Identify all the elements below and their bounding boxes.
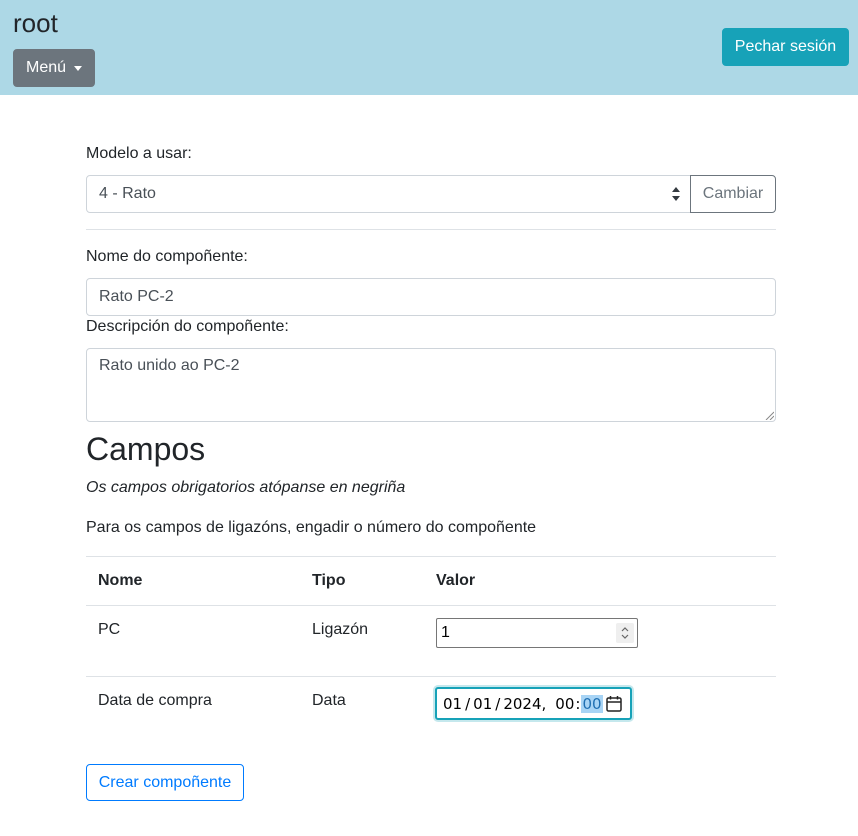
resize-grip-icon[interactable]: [764, 410, 774, 420]
time-minute[interactable]: 00: [581, 694, 603, 713]
pc-link-number-input[interactable]: 1: [436, 618, 638, 648]
change-model-button[interactable]: Cambiar: [690, 175, 776, 213]
column-header-type: Tipo: [312, 572, 346, 589]
component-name-value: Rato PC-2: [99, 288, 174, 305]
navbar: root Menú Pechar sesión: [0, 0, 858, 95]
select-arrows-icon: [672, 187, 680, 201]
row-pc-type: Ligazón: [312, 621, 369, 638]
component-name-input[interactable]: Rato PC-2: [86, 278, 776, 316]
menu-dropdown-button[interactable]: Menú: [13, 49, 95, 87]
fields-heading: Campos: [86, 431, 206, 467]
table-header-border: [86, 605, 776, 606]
create-component-button[interactable]: Crear compoñente: [86, 764, 244, 801]
component-description-textarea[interactable]: Rato unido ao PC-2: [86, 348, 776, 422]
model-select-value: 4 - Rato: [99, 185, 156, 202]
calendar-icon[interactable]: [606, 695, 622, 712]
menu-label: Menú: [26, 59, 67, 76]
navbar-brand[interactable]: root: [13, 8, 58, 39]
column-header-name: Nome: [98, 572, 143, 589]
model-select[interactable]: 4 - Rato: [86, 175, 691, 213]
row-pc-name: PC: [98, 621, 121, 638]
date-month[interactable]: 01: [473, 695, 492, 713]
table-top-border: [86, 556, 776, 557]
component-description-label: Descripción do compoñente:: [86, 318, 289, 335]
divider: [86, 229, 776, 230]
link-fields-note: Para os campos de ligazóns, engadir o nú…: [86, 519, 537, 536]
component-name-label: Nome do compoñente:: [86, 248, 248, 265]
purchase-date-input[interactable]: 01/01/2024, 00:00: [435, 687, 632, 720]
time-hour[interactable]: 00: [555, 695, 574, 713]
component-description-value: Rato unido ao PC-2: [99, 357, 240, 374]
number-spinner-icon[interactable]: [616, 623, 634, 643]
row-purchase-date-name: Data de compra: [98, 692, 212, 709]
date-year[interactable]: 2024: [503, 695, 541, 713]
row-purchase-date-type: Data: [312, 692, 346, 709]
required-fields-note: Os campos obrigatorios atópanse en negri…: [86, 479, 406, 496]
column-header-value: Valor: [436, 572, 476, 589]
model-label: Modelo a usar:: [86, 145, 192, 162]
logout-button[interactable]: Pechar sesión: [722, 28, 849, 66]
date-day[interactable]: 01: [443, 695, 462, 713]
row-border: [86, 676, 776, 677]
pc-link-value: 1: [441, 624, 450, 641]
caret-down-icon: [74, 65, 83, 71]
